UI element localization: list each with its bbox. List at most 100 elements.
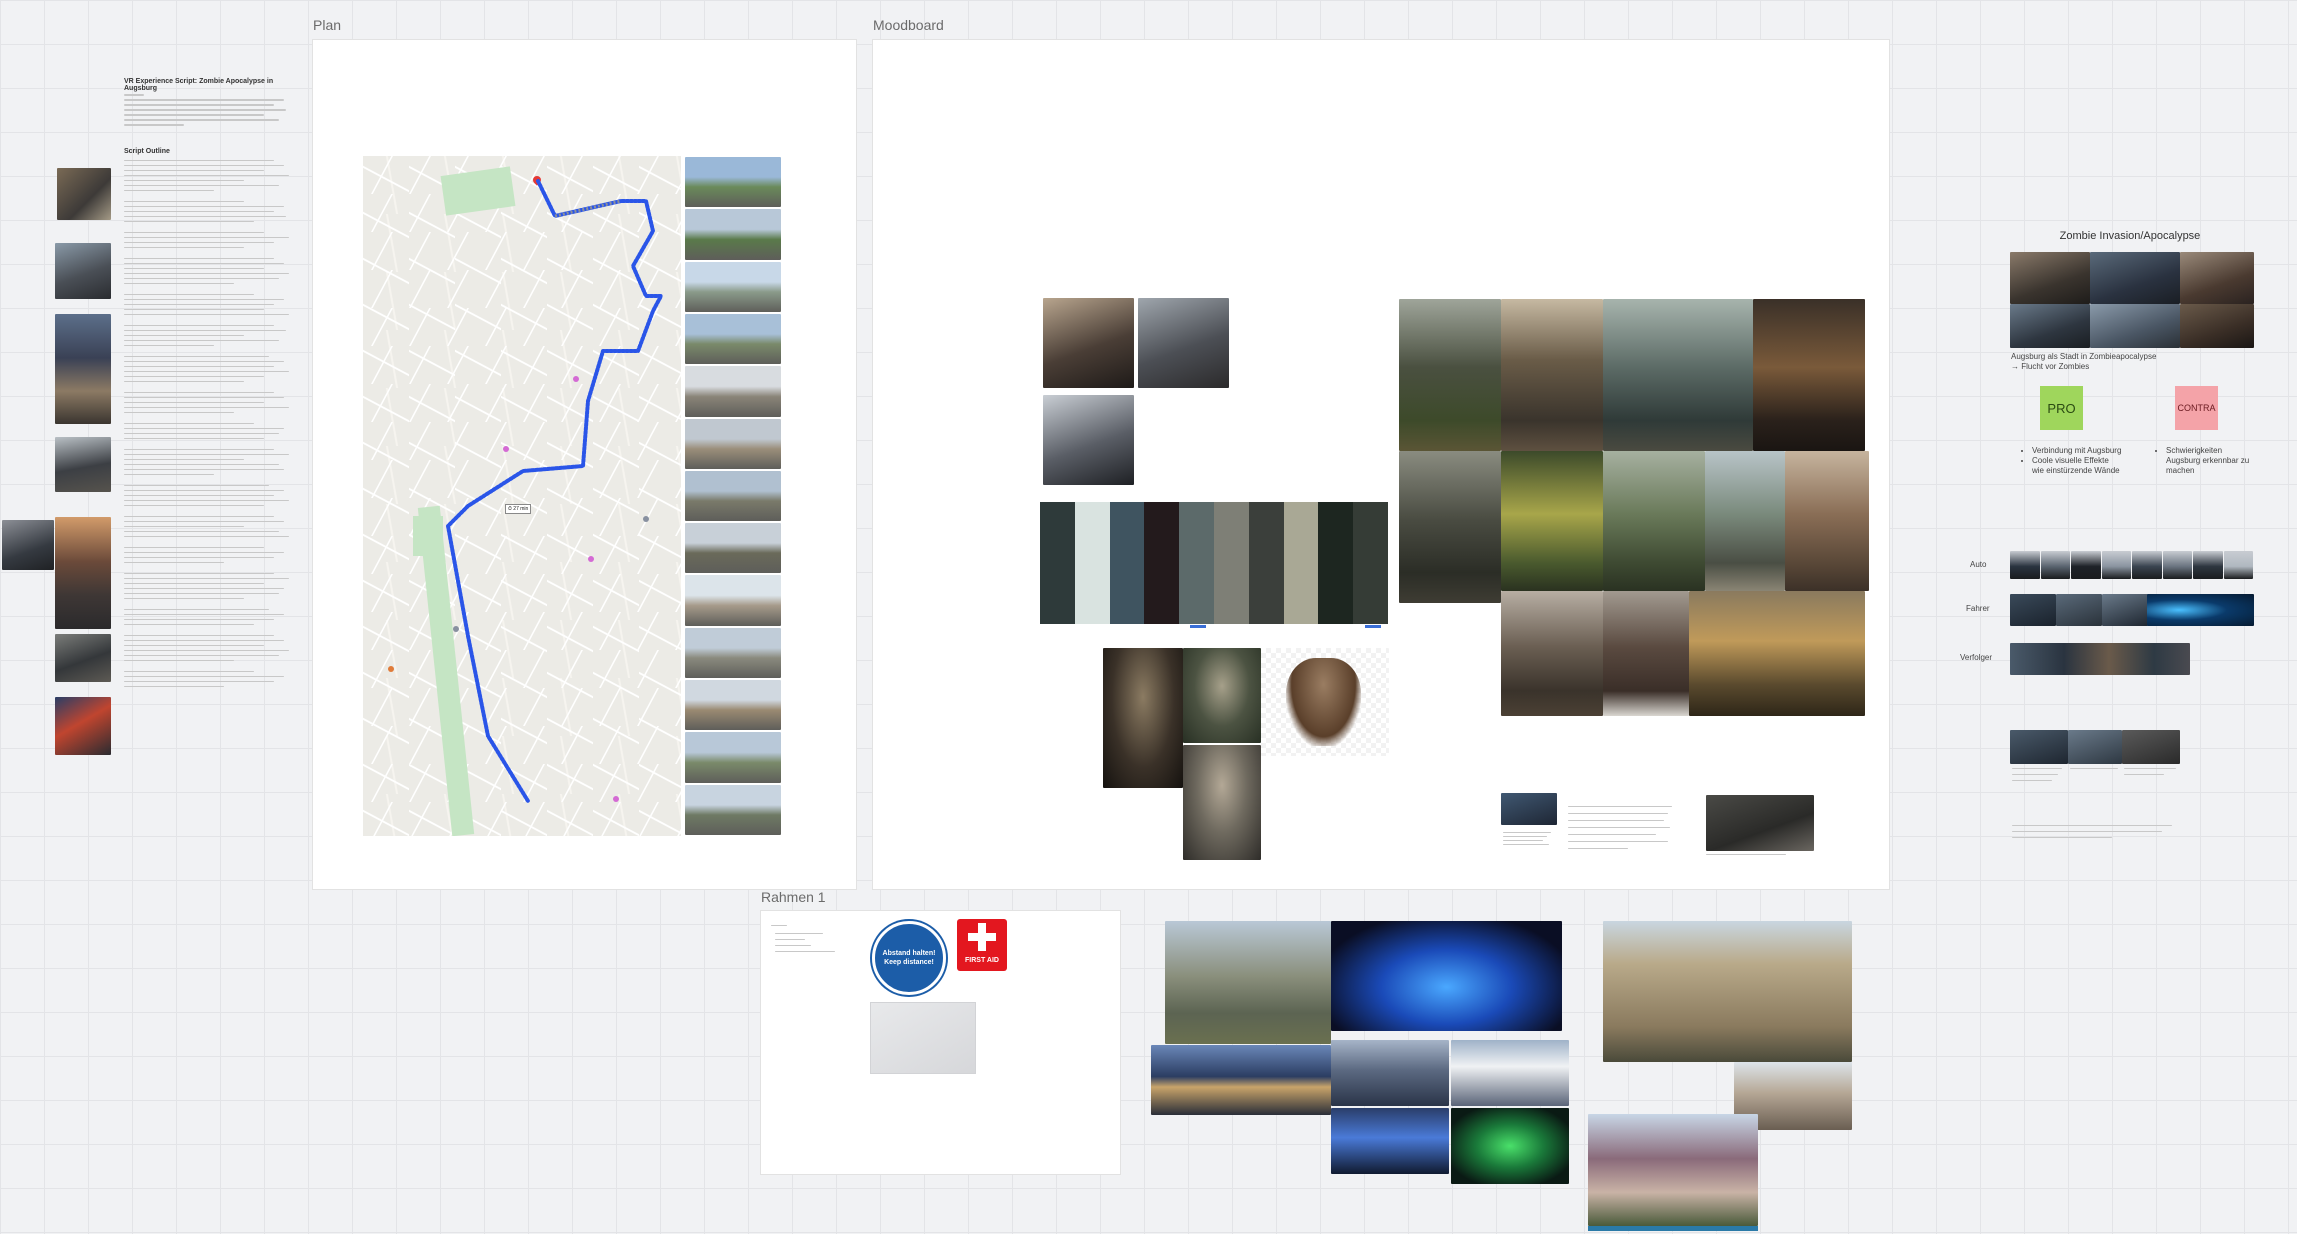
article-card-image[interactable] xyxy=(2122,730,2180,764)
apocalyptic-city-image[interactable] xyxy=(1603,299,1753,451)
contra-sticky[interactable]: CONTRA xyxy=(2175,386,2218,430)
station-photo[interactable] xyxy=(1331,921,1562,1031)
streetview-photo[interactable] xyxy=(685,470,781,522)
streetview-photo[interactable] xyxy=(685,732,781,783)
street-thumbnail[interactable] xyxy=(55,517,111,629)
street-thumbnail[interactable] xyxy=(55,634,111,682)
street-thumbnail[interactable] xyxy=(55,697,111,755)
streetview-photo[interactable] xyxy=(685,575,781,626)
streetview-photo[interactable] xyxy=(685,418,781,469)
script-text-line xyxy=(124,242,274,243)
script-text-line xyxy=(124,614,284,615)
zombie-invasion-image[interactable] xyxy=(2090,252,2180,304)
zombie-invasion-image[interactable] xyxy=(2010,304,2090,348)
car-image[interactable] xyxy=(2071,551,2101,579)
station-photo[interactable] xyxy=(1165,921,1331,1044)
frame-moodboard[interactable] xyxy=(873,40,1889,889)
ruined-street-image[interactable] xyxy=(1043,298,1134,388)
apocalyptic-city-image[interactable] xyxy=(1785,451,1869,591)
street-thumbnail[interactable] xyxy=(55,243,111,299)
streetview-photo[interactable] xyxy=(685,523,781,574)
apocalyptic-city-image[interactable] xyxy=(1753,299,1865,451)
zombie-image[interactable] xyxy=(1183,745,1261,860)
station-photo[interactable] xyxy=(1451,1040,1569,1106)
zombie-invasion-image[interactable] xyxy=(2010,252,2090,304)
street-thumbnail[interactable] xyxy=(2,520,54,570)
first-aid-label: FIRST AID xyxy=(965,957,999,964)
driver-image[interactable] xyxy=(2056,594,2102,626)
color-palette[interactable] xyxy=(1040,502,1389,624)
street-thumbnail[interactable] xyxy=(55,437,111,492)
streetview-photo[interactable] xyxy=(685,209,781,260)
zombie-invasion-image[interactable] xyxy=(2180,304,2254,348)
article-card-image[interactable] xyxy=(2010,730,2068,764)
pursuer-image-strip[interactable] xyxy=(2010,643,2190,675)
script-text-line xyxy=(124,640,284,641)
zombie-cutout-image[interactable] xyxy=(1261,648,1389,756)
ruined-street-image[interactable] xyxy=(1043,395,1134,485)
car-image[interactable] xyxy=(2101,551,2131,579)
streetview-photo[interactable] xyxy=(685,627,781,679)
apocalyptic-city-image[interactable] xyxy=(1399,451,1501,603)
first-aid-sign[interactable]: FIRST AID xyxy=(957,919,1007,971)
building-photo[interactable] xyxy=(1588,1114,1758,1226)
apocalyptic-city-image[interactable] xyxy=(1501,451,1603,591)
hotel-building-photo[interactable] xyxy=(1603,921,1852,1062)
frame-rahmen[interactable]: Abstand halten! Keep distance! FIRST AID xyxy=(761,911,1120,1174)
map-poi-icon xyxy=(573,376,579,382)
reference-image[interactable] xyxy=(1706,795,1814,851)
station-photo[interactable] xyxy=(1151,1045,1331,1115)
zombie-image[interactable] xyxy=(1103,648,1183,788)
streetview-photo[interactable] xyxy=(685,366,781,417)
zombie-image[interactable] xyxy=(1183,648,1261,743)
pro-sticky[interactable]: PRO xyxy=(2040,386,2083,430)
script-document[interactable]: VR Experience Script: Zombie Apocalypse … xyxy=(118,72,294,852)
streetview-photo[interactable] xyxy=(685,157,781,208)
car-image[interactable] xyxy=(2010,551,2040,579)
script-text-line xyxy=(124,314,289,315)
script-text-line xyxy=(124,454,289,455)
ruined-street-image[interactable] xyxy=(1138,298,1229,388)
apocalyptic-city-image[interactable] xyxy=(1399,299,1501,451)
reference-image[interactable] xyxy=(1501,793,1557,825)
palette-brand-label xyxy=(1190,625,1206,628)
script-text-line xyxy=(124,216,286,217)
driver-image[interactable] xyxy=(2102,594,2148,626)
zombie-invasion-image[interactable] xyxy=(2180,252,2254,304)
streetview-photo[interactable] xyxy=(685,680,781,731)
script-text-line xyxy=(124,474,214,475)
apocalyptic-city-image[interactable] xyxy=(1603,451,1705,591)
apocalyptic-city-image[interactable] xyxy=(1501,299,1603,451)
driver-hud-image[interactable] xyxy=(2147,594,2254,626)
apocalyptic-city-image[interactable] xyxy=(1501,591,1603,716)
station-photo[interactable] xyxy=(1331,1108,1449,1174)
car-image[interactable] xyxy=(2223,551,2253,579)
streetview-photo[interactable] xyxy=(685,313,781,365)
streetview-photo[interactable] xyxy=(685,261,781,312)
driver-image[interactable] xyxy=(2010,594,2056,626)
script-text-line xyxy=(124,588,284,589)
zombie-invasion-image[interactable] xyxy=(2090,304,2180,348)
route-map[interactable]: ⏱ 27 min xyxy=(363,156,681,836)
article-card-image[interactable] xyxy=(2068,730,2122,764)
proscons-title: Zombie Invasion/Apocalypse xyxy=(2059,230,2201,242)
apocalyptic-city-image[interactable] xyxy=(1689,591,1865,716)
apocalyptic-city-image[interactable] xyxy=(1603,591,1689,716)
placeholder-image[interactable] xyxy=(870,1002,976,1074)
car-image[interactable] xyxy=(2040,551,2070,579)
street-thumbnail[interactable] xyxy=(57,168,111,220)
car-image[interactable] xyxy=(2193,551,2223,579)
script-text-line xyxy=(124,562,224,563)
car-image[interactable] xyxy=(2132,551,2162,579)
car-image[interactable] xyxy=(2162,551,2192,579)
proscons-note: Augsburg als Stadt in Zombieapocalypse →… xyxy=(2011,352,2157,371)
script-text-line xyxy=(124,402,264,403)
station-photo[interactable] xyxy=(1331,1040,1449,1106)
palette-brand-label xyxy=(1365,625,1381,628)
keep-distance-sign[interactable]: Abstand halten! Keep distance! xyxy=(872,921,946,995)
apocalyptic-city-image[interactable] xyxy=(1705,451,1785,591)
building-thumbnail[interactable] xyxy=(55,314,111,424)
frame-plan[interactable]: ⏱ 27 min xyxy=(313,40,856,889)
station-photo[interactable] xyxy=(1451,1108,1569,1184)
streetview-photo[interactable] xyxy=(685,784,781,835)
